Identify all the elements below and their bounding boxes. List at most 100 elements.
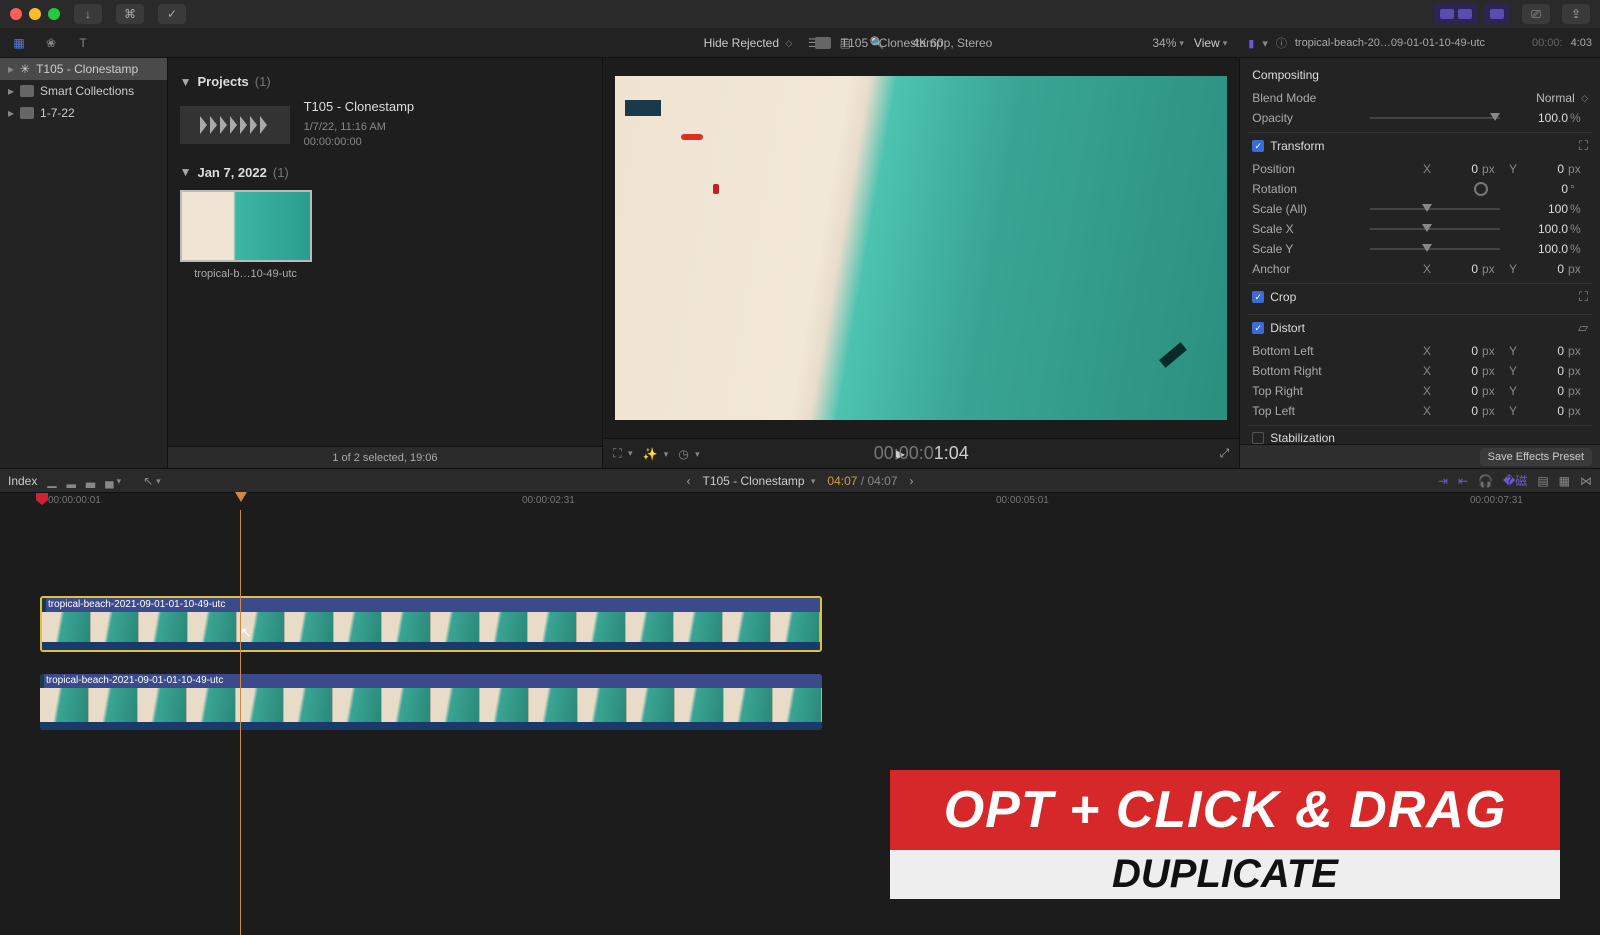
anchor-row: Anchor X0px Y0px (1248, 259, 1592, 279)
playhead[interactable] (240, 510, 241, 935)
snapping-icon[interactable]: �磁 (1503, 472, 1527, 489)
viewer-controls: ⛶ ▾ ✨ ▾ ◷ ▾ ▶ 00:00:01:04 ⤢ (603, 438, 1239, 468)
zoom-dropdown[interactable]: 34%▾ (1152, 36, 1184, 50)
banner-line-1: OPT + CLICK & DRAG (890, 770, 1560, 850)
crop-checkbox[interactable]: ✓ (1252, 291, 1264, 303)
scale-all-row: Scale (All) 100% (1248, 199, 1592, 219)
folder-icon (20, 85, 34, 97)
blend-mode-row: Blend Mode Normal ◇ (1248, 88, 1592, 108)
keyword-button[interactable]: ⌘ (116, 4, 144, 24)
photos-icon[interactable]: ❀ (40, 32, 62, 54)
connect-clip-icon[interactable]: ▁ (47, 474, 56, 488)
sidebar-item-label: Smart Collections (40, 84, 134, 98)
position-x-field[interactable]: 0 (1438, 162, 1478, 176)
tutorial-banner: OPT + CLICK & DRAG DUPLICATE (890, 770, 1560, 899)
filmstrip-icon (815, 37, 831, 49)
viewer-canvas[interactable] (615, 76, 1227, 420)
disclosure-triangle-icon[interactable]: ▼ (180, 165, 192, 179)
audio-skimming-icon[interactable]: ⇤ (1458, 474, 1468, 488)
scale-y-row: Scale Y 100.0% (1248, 239, 1592, 259)
rotation-value[interactable]: 0 (1508, 182, 1568, 196)
clip-label: tropical-b…10-49-utc (180, 268, 312, 280)
scale-x-slider[interactable] (1370, 228, 1500, 230)
timeline-timecode: 04:07 / 04:07 (827, 474, 897, 488)
timeline-area[interactable]: tropical-beach-2021-09-01-01-10-49-utc ↖… (0, 510, 1600, 935)
opacity-slider[interactable] (1370, 117, 1500, 119)
timeline-clip-upper[interactable]: tropical-beach-2021-09-01-01-10-49-utc (40, 596, 822, 652)
viewer-clip-title: T105 - Clonestamp (841, 36, 943, 50)
stabilization-checkbox[interactable] (1252, 432, 1264, 444)
blend-mode-dropdown[interactable]: Normal ◇ (1536, 91, 1588, 105)
transform-checkbox[interactable]: ✓ (1252, 140, 1264, 152)
close-window-icon[interactable] (10, 8, 22, 20)
distort-group-header[interactable]: ✓ Distort ▱ (1248, 314, 1592, 341)
video-inspector-tab-icon[interactable]: ▮ (1248, 37, 1254, 50)
timeline-clip-lower[interactable]: tropical-beach-2021-09-01-01-10-49-utc (40, 674, 822, 730)
toolbar-browser-toggle[interactable] (1434, 4, 1478, 24)
sidebar-item-event[interactable]: ▸✳ T105 - Clonestamp (0, 58, 167, 80)
project-title: T105 - Clonestamp (304, 99, 415, 114)
transform-group-header[interactable]: ✓ Transform ⛶ (1248, 132, 1592, 159)
disclosure-triangle-icon[interactable]: ▼ (180, 75, 192, 89)
stabilization-group-header[interactable]: Stabilization (1248, 425, 1592, 444)
project-item[interactable]: T105 - Clonestamp 1/7/22, 11:16 AM 00:00… (180, 99, 591, 151)
info-inspector-tab-icon[interactable]: ⓘ (1276, 35, 1287, 51)
clip-thumbnail[interactable]: tropical-b…10-49-utc (180, 190, 312, 280)
retime-tool-icon[interactable]: ◷ ▾ (678, 447, 699, 461)
next-edit-icon[interactable]: › (910, 474, 914, 488)
view-dropdown[interactable]: View▾ (1194, 36, 1227, 50)
timeline-start-marker (36, 493, 48, 505)
toolbar-timeline-toggle[interactable] (1484, 4, 1510, 24)
event-section-header[interactable]: ▼ Jan 7, 2022 (1) (180, 165, 591, 180)
fullscreen-icon[interactable]: ⤢ (1220, 446, 1230, 461)
select-tool-icon[interactable]: ↖▾ (143, 474, 161, 488)
sidebar-item-date[interactable]: ▸ 1-7-22 (0, 102, 167, 124)
folder-icon (20, 107, 34, 119)
mouse-cursor-icon: ↖ (240, 624, 252, 641)
crop-reset-icon[interactable]: ⛶ (1579, 289, 1588, 305)
transform-tool-icon[interactable]: ⛶ ▾ (613, 446, 632, 461)
titles-icon[interactable]: T (72, 32, 94, 54)
fullscreen-window-icon[interactable] (48, 8, 60, 20)
append-clip-icon[interactable]: ▃ (86, 474, 95, 488)
distort-checkbox[interactable]: ✓ (1252, 322, 1264, 334)
save-effects-preset-button[interactable]: Save Effects Preset (1480, 448, 1592, 466)
timeline-project-dropdown[interactable]: T105 - Clonestamp ▾ (703, 474, 816, 488)
opacity-row: Opacity 100.0% (1248, 108, 1592, 128)
scale-all-slider[interactable] (1370, 208, 1500, 210)
opacity-value[interactable]: 100.0 (1508, 111, 1568, 125)
insert-clip-icon[interactable]: ▂ (67, 474, 76, 488)
compositing-section-label: Compositing (1248, 62, 1592, 88)
toolbar-inspector-toggle[interactable]: ⎚ (1522, 4, 1550, 24)
inspector-clip-name: tropical-beach-20…09-01-01-10-49-utc (1295, 37, 1524, 49)
solo-icon[interactable]: 🎧 (1478, 474, 1493, 488)
projects-section-header[interactable]: ▼ Projects (1) (180, 74, 591, 89)
crop-group-header[interactable]: ✓ Crop ⛶ (1248, 283, 1592, 310)
overwrite-clip-icon[interactable]: ▄▾ (105, 474, 121, 488)
rotation-dial-icon[interactable] (1474, 182, 1488, 196)
inspector-panel: ▮ ▾ ⓘ tropical-beach-20…09-01-01-10-49-u… (1239, 58, 1600, 468)
background-tasks-button[interactable]: ✓ (158, 4, 186, 24)
library-icon[interactable]: ▦ (8, 32, 30, 54)
import-button[interactable]: ↓ (74, 4, 102, 24)
prev-edit-icon[interactable]: ‹ (687, 474, 691, 488)
banner-line-2: DUPLICATE (890, 850, 1560, 899)
skimming-icon[interactable]: ⇥ (1438, 474, 1448, 488)
effects-browser-icon[interactable]: ▦ (1559, 474, 1570, 488)
transitions-browser-icon[interactable]: ⋈ (1580, 474, 1592, 488)
share-button[interactable]: ⇪ (1562, 4, 1590, 24)
enhance-tool-icon[interactable]: ✨ ▾ (643, 447, 669, 461)
index-button[interactable]: Index (8, 474, 37, 488)
timeline-toolbar: Index ▁ ▂ ▃ ▄▾ ↖▾ ‹ T105 - Clonestamp ▾ … (0, 468, 1600, 492)
minimize-window-icon[interactable] (29, 8, 41, 20)
project-meta: 1/7/22, 11:16 AM 00:00:00:00 (304, 120, 415, 151)
scale-y-slider[interactable] (1370, 248, 1500, 250)
distort-reset-icon[interactable]: ▱ (1578, 320, 1588, 336)
sidebar-item-smart-collections[interactable]: ▸ Smart Collections (0, 80, 167, 102)
inspector-clip-duration: 4:03 (1571, 37, 1592, 49)
color-inspector-tab-icon[interactable]: ▾ (1262, 37, 1268, 50)
position-y-field[interactable]: 0 (1524, 162, 1564, 176)
clip-appearance-icon[interactable]: ▤ (1537, 474, 1548, 488)
transform-reset-icon[interactable]: ⛶ (1579, 138, 1588, 154)
media-browser: ▼ Projects (1) T105 - Clonestamp 1/7/22,… (168, 58, 604, 468)
